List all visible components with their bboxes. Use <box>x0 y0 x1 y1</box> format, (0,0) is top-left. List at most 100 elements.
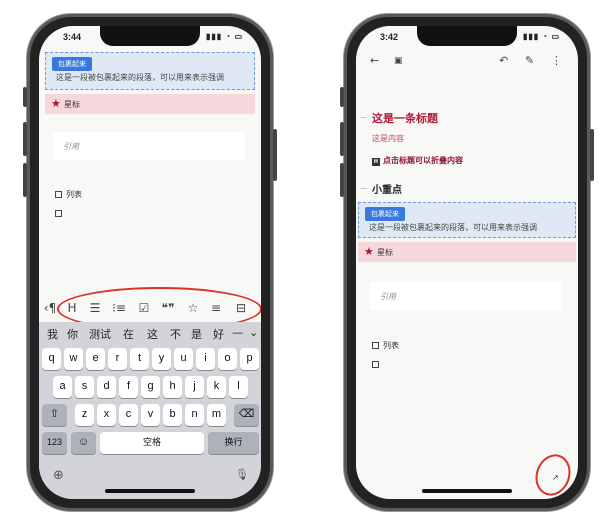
key-f[interactable]: f <box>119 376 138 398</box>
key-j[interactable]: j <box>185 376 204 398</box>
right-screen: 3:42 ▮▮▮ ◔ ▭ ← ▣ ↶ ✎ ⋮ 一 这是一条标题 这是内容 H 点击… <box>356 26 578 499</box>
shift-key[interactable]: ⇧ <box>42 404 67 426</box>
volume-down-button <box>340 163 344 197</box>
chevron-down-icon[interactable]: ⌄ <box>249 326 258 339</box>
collapse-hint[interactable]: H 点击标题可以折叠内容 <box>372 155 463 166</box>
star-row[interactable]: ★ 星标 <box>358 242 576 262</box>
key-t[interactable]: t <box>130 348 149 370</box>
emoji-key[interactable]: ☺ <box>71 432 96 454</box>
mute-switch <box>23 87 27 107</box>
key-s[interactable]: s <box>75 376 94 398</box>
power-button <box>590 129 594 181</box>
home-indicator <box>422 489 512 493</box>
key-c[interactable]: c <box>119 404 138 426</box>
candidate[interactable]: 你 <box>67 326 78 342</box>
keyboard: 我 你 测试 在 这 不 是 好 — ⌄ q w e r t y u i o p <box>39 322 261 499</box>
key-y[interactable]: y <box>152 348 171 370</box>
quote-placeholder: 引用 <box>380 292 396 301</box>
key-n[interactable]: n <box>185 404 204 426</box>
star-label: 星标 <box>377 248 393 257</box>
candidate[interactable]: 好 <box>213 326 224 342</box>
checklist-item[interactable] <box>372 360 383 369</box>
key-v[interactable]: v <box>141 404 160 426</box>
key-u[interactable]: u <box>174 348 193 370</box>
checklist-item[interactable]: 列表 <box>372 340 399 351</box>
star-icon: ★ <box>364 245 374 258</box>
heading-1[interactable]: 这是一条标题 <box>372 110 438 126</box>
backspace-key[interactable]: ⌫ <box>234 404 259 426</box>
checkbox-icon[interactable] <box>55 191 62 198</box>
checklist-label: 列表 <box>66 190 82 199</box>
home-indicator <box>105 489 195 493</box>
candidate-separator: — <box>232 326 243 339</box>
checkbox-icon[interactable] <box>55 210 62 217</box>
content-text: 这是内容 <box>372 134 404 143</box>
wrap-block[interactable]: 包裹起来 这是一段被包裹起来的段落，可以用来表示强调 <box>45 52 255 90</box>
key-h[interactable]: h <box>163 376 182 398</box>
space-key[interactable]: 空格 <box>100 432 204 454</box>
right-phone: 3:42 ▮▮▮ ◔ ▭ ← ▣ ↶ ✎ ⋮ 一 这是一条标题 这是内容 H 点击… <box>340 14 594 511</box>
quote-placeholder: 引用 <box>63 142 79 151</box>
key-m[interactable]: m <box>207 404 226 426</box>
undo-icon[interactable]: ↶ <box>499 54 508 67</box>
heading-gutter: 一 <box>360 185 367 193</box>
volume-down-button <box>23 163 27 197</box>
quote-block[interactable]: 引用 <box>370 282 562 310</box>
key-i[interactable]: i <box>196 348 215 370</box>
key-b[interactable]: b <box>163 404 182 426</box>
return-key[interactable]: 换行 <box>208 432 259 454</box>
quote-block[interactable]: 引用 <box>53 132 245 160</box>
heading-2[interactable]: 小重点 <box>372 181 402 196</box>
checklist-item[interactable]: 列表 <box>55 189 82 200</box>
key-z[interactable]: z <box>75 404 94 426</box>
left-screen: 3:44 ▮▮▮ ◔ ▭ 包裹起来 这是一段被包裹起来的段落，可以用来表示强调 … <box>39 26 261 499</box>
microphone-icon[interactable]: 🎙 <box>235 468 249 481</box>
globe-icon[interactable]: ⊕ <box>53 468 64 483</box>
notch <box>100 26 200 46</box>
star-icon: ★ <box>51 97 61 110</box>
wrap-tag: 包裹起来 <box>365 207 405 221</box>
key-g[interactable]: g <box>141 376 160 398</box>
key-o[interactable]: o <box>218 348 237 370</box>
power-button <box>273 129 277 181</box>
save-icon[interactable]: ▣ <box>394 56 403 66</box>
key-d[interactable]: d <box>97 376 116 398</box>
wrap-text: 这是一段被包裹起来的段落，可以用来表示强调 <box>56 73 224 82</box>
candidate[interactable]: 测试 <box>89 326 111 342</box>
status-icons: ▮▮▮ ◔ ▭ <box>205 32 243 41</box>
key-w[interactable]: w <box>64 348 83 370</box>
candidate[interactable]: 我 <box>47 326 58 342</box>
status-time: 3:42 <box>380 32 399 42</box>
heading-gutter: 一 <box>360 114 367 122</box>
key-r[interactable]: r <box>108 348 127 370</box>
key-x[interactable]: x <box>97 404 116 426</box>
key-e[interactable]: e <box>86 348 105 370</box>
wrap-tag: 包裹起来 <box>52 57 92 71</box>
key-p[interactable]: p <box>240 348 259 370</box>
mute-switch <box>340 87 344 107</box>
expand-icon[interactable]: ↗ <box>552 473 559 482</box>
candidate[interactable]: 这 <box>147 326 158 342</box>
key-k[interactable]: k <box>207 376 226 398</box>
more-icon[interactable]: ⋮ <box>551 54 562 67</box>
notch <box>417 26 517 46</box>
star-row[interactable]: ★ 星标 <box>45 94 255 114</box>
candidate[interactable]: 在 <box>123 326 134 342</box>
left-phone: 3:44 ▮▮▮ ◔ ▭ 包裹起来 这是一段被包裹起来的段落，可以用来表示强调 … <box>23 14 277 511</box>
heading-badge-icon: H <box>372 158 380 166</box>
checklist-item[interactable] <box>55 209 66 218</box>
collapse-hint-text: 点击标题可以折叠内容 <box>383 156 463 165</box>
edit-icon[interactable]: ✎ <box>525 54 534 67</box>
numbers-key[interactable]: 123 <box>42 432 67 454</box>
checkbox-icon[interactable] <box>372 342 379 349</box>
wrap-block[interactable]: 包裹起来 这是一段被包裹起来的段落，可以用来表示强调 <box>358 202 576 238</box>
back-arrow-icon[interactable]: ← <box>370 54 379 67</box>
key-l[interactable]: l <box>229 376 248 398</box>
key-a[interactable]: a <box>53 376 72 398</box>
star-label: 星标 <box>64 100 80 109</box>
checkbox-icon[interactable] <box>372 361 379 368</box>
status-icons: ▮▮▮ ◔ ▭ <box>522 32 560 41</box>
candidate[interactable]: 不 <box>170 326 181 342</box>
candidate[interactable]: 是 <box>191 326 202 342</box>
key-q[interactable]: q <box>42 348 61 370</box>
